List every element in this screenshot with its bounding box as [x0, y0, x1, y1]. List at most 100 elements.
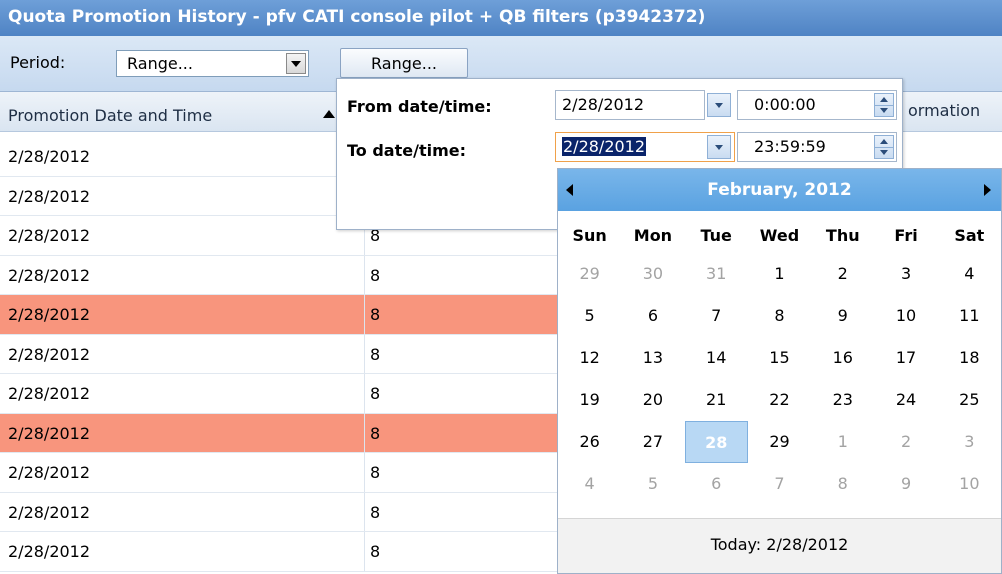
range-button[interactable]: Range...: [340, 48, 468, 78]
column-divider: [364, 413, 365, 452]
calendar-day[interactable]: 3: [938, 421, 1001, 463]
column-divider: [364, 453, 365, 492]
promotion-date-cell: 2/28/2012: [8, 384, 91, 403]
to-time-value: 23:59:59: [754, 137, 826, 156]
from-time-value: 0:00:00: [754, 95, 816, 114]
calendar-day[interactable]: 8: [811, 463, 874, 505]
weekday-label: Sun: [572, 226, 607, 245]
promotion-date-cell: 2/28/2012: [8, 265, 91, 285]
weekday-label: Tue: [700, 226, 732, 245]
calendar-day[interactable]: 22: [748, 379, 811, 421]
calendar-day[interactable]: 21: [685, 379, 748, 421]
value-cell: 8: [370, 502, 381, 522]
calendar-header: February, 2012: [558, 169, 1001, 211]
calendar-day[interactable]: 9: [811, 295, 874, 337]
calendar-day[interactable]: 6: [621, 295, 684, 337]
chevron-down-icon[interactable]: [286, 53, 306, 74]
promotion-date-cell: 2/28/2012: [8, 542, 91, 561]
value-cell: 8: [370, 305, 381, 324]
calendar-day[interactable]: 5: [621, 463, 684, 505]
chevron-down-icon[interactable]: [707, 93, 731, 117]
calendar-day[interactable]: 8: [748, 295, 811, 337]
promotion-date-cell: 2/28/2012: [8, 226, 91, 245]
from-date-field[interactable]: 2/28/2012: [555, 90, 705, 120]
window-title: Quota Promotion History - pfv CATI conso…: [0, 0, 1002, 36]
prev-month-icon[interactable]: [566, 184, 573, 196]
calendar-week: 12 13 14 15 16 17 18: [558, 337, 1001, 379]
calendar-day[interactable]: 27: [621, 421, 684, 463]
calendar-day[interactable]: 24: [874, 379, 937, 421]
calendar-day[interactable]: 23: [811, 379, 874, 421]
calendar-day[interactable]: 17: [874, 337, 937, 379]
calendar-grid: Sun Mon Tue Wed Thu Fri Sat 29 30 31 1 2 3 4 5 6 7 8 9 10 11…: [558, 219, 1001, 505]
from-date-value: 2/28/2012: [562, 95, 645, 114]
calendar-day[interactable]: 31: [685, 253, 748, 295]
calendar-day[interactable]: 1: [811, 421, 874, 463]
value-cell: 8: [370, 463, 381, 482]
column-header-information[interactable]: ormation: [908, 101, 980, 120]
promotion-date-cell: 2/28/2012: [8, 147, 91, 166]
calendar-day[interactable]: 29: [748, 421, 811, 463]
calendar-day[interactable]: 6: [685, 463, 748, 505]
calendar-day[interactable]: 4: [558, 463, 621, 505]
chevron-down-icon[interactable]: [707, 135, 731, 159]
period-label: Period:: [10, 53, 66, 72]
calendar-day[interactable]: 19: [558, 379, 621, 421]
calendar-day[interactable]: 20: [621, 379, 684, 421]
calendar-day[interactable]: 10: [938, 463, 1001, 505]
calendar-day[interactable]: 4: [938, 253, 1001, 295]
calendar-day[interactable]: 26: [558, 421, 621, 463]
calendar-day[interactable]: 25: [938, 379, 1001, 421]
calendar-week: 29 30 31 1 2 3 4: [558, 253, 1001, 295]
column-header-promotion-date[interactable]: Promotion Date and Time: [8, 106, 212, 125]
calendar-day[interactable]: 15: [748, 337, 811, 379]
calendar-day-selected[interactable]: 28: [684, 421, 748, 463]
column-divider: [364, 255, 365, 294]
spinner-icon[interactable]: [874, 93, 894, 117]
calendar-today-button[interactable]: Today: 2/28/2012: [558, 518, 1001, 573]
calendar-day[interactable]: 30: [621, 253, 684, 295]
value-cell: 8: [370, 265, 381, 285]
calendar-week: 4 5 6 7 8 9 10: [558, 463, 1001, 505]
to-datetime-label: To date/time:: [347, 141, 466, 160]
calendar-day[interactable]: 2: [811, 253, 874, 295]
calendar-month-label: February, 2012: [707, 180, 852, 200]
calendar-day[interactable]: 9: [874, 463, 937, 505]
period-select[interactable]: Range...: [116, 50, 309, 77]
value-cell: 8: [370, 542, 381, 561]
calendar-day[interactable]: 16: [811, 337, 874, 379]
value-cell: 8: [370, 423, 381, 443]
calendar-day[interactable]: 2: [874, 421, 937, 463]
column-divider: [364, 295, 365, 334]
calendar-day[interactable]: 5: [558, 295, 621, 337]
promotion-date-cell: 2/28/2012: [8, 423, 91, 443]
calendar-day[interactable]: 12: [558, 337, 621, 379]
calendar-week: 5 6 7 8 9 10 11: [558, 295, 1001, 337]
calendar-week: 26 27 28 29 1 2 3: [558, 421, 1001, 463]
calendar-day[interactable]: 3: [874, 253, 937, 295]
weekday-label: Sat: [954, 226, 985, 245]
calendar-day[interactable]: 29: [558, 253, 621, 295]
calendar-day[interactable]: 14: [685, 337, 748, 379]
promotion-date-cell: 2/28/2012: [8, 186, 91, 206]
weekday-label: Fri: [894, 226, 918, 245]
calendar-day[interactable]: 7: [748, 463, 811, 505]
weekday-label: Mon: [633, 226, 673, 245]
calendar-day[interactable]: 10: [874, 295, 937, 337]
promotion-date-cell: 2/28/2012: [8, 344, 91, 364]
calendar-day[interactable]: 1: [748, 253, 811, 295]
promotion-date-cell: 2/28/2012: [8, 305, 91, 324]
calendar-popup: February, 2012 Sun Mon Tue Wed Thu Fri Sat 29 30…: [557, 168, 1002, 574]
calendar-day[interactable]: 18: [938, 337, 1001, 379]
calendar-day[interactable]: 7: [685, 295, 748, 337]
period-select-value: Range...: [127, 54, 193, 73]
sort-ascending-icon[interactable]: [323, 110, 335, 118]
column-divider: [364, 492, 365, 531]
weekday-label: Thu: [825, 226, 860, 245]
calendar-day[interactable]: 13: [621, 337, 684, 379]
to-time-field[interactable]: 23:59:59: [737, 132, 897, 162]
from-time-field[interactable]: 0:00:00: [737, 90, 897, 120]
spinner-icon[interactable]: [874, 135, 894, 159]
calendar-day[interactable]: 11: [938, 295, 1001, 337]
next-month-icon[interactable]: [984, 184, 991, 196]
